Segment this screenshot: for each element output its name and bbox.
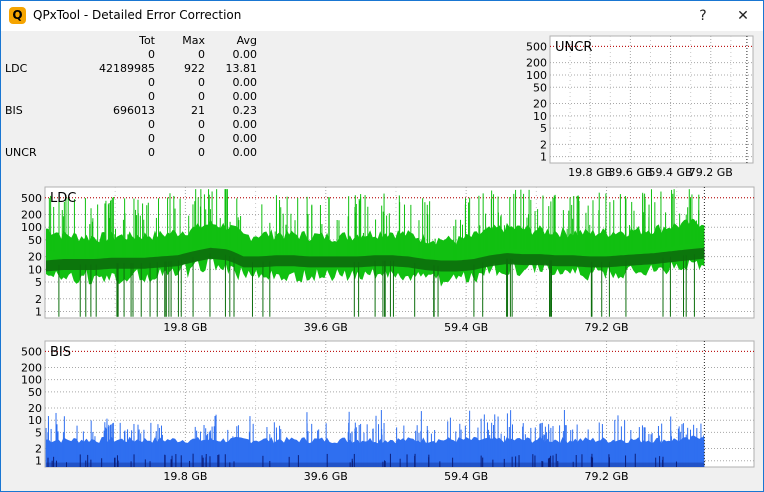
row-max: 0 [198,146,205,159]
row-tot: 0 [148,118,155,131]
row-max: 0 [198,48,205,61]
stats-row: UNCR 0 0 0.00 [3,146,261,160]
y-tick-label: 1 [540,151,547,164]
y-tick-label: 2 [35,293,42,306]
stats-header-row: Tot Max Avg [3,34,261,48]
row-avg: 0.00 [232,146,258,159]
row-tot: 42189985 [99,62,155,75]
header-avg: Avg [236,34,257,47]
x-tick-label: 59.4 GB [444,321,488,334]
chart-title: UNCR [555,40,592,55]
x-tick-label: 19.8 GB [163,470,207,483]
stats-row: 0 0 0.00 [3,48,261,62]
row-label: BIS [5,104,23,117]
y-tick-label: 2 [35,443,42,456]
y-tick-label: 500 [526,40,547,53]
x-tick-label: 39.6 GB [304,321,348,334]
row-label: LDC [5,62,28,75]
y-tick-label: 500 [21,192,42,205]
stats-row: 0 0 0.00 [3,132,261,146]
row-max: 0 [198,90,205,103]
row-max: 922 [184,62,205,75]
stats-row: 0 0 0.00 [3,90,261,104]
x-tick-label: 79.2 GB [584,321,628,334]
y-tick-label: 50 [28,386,42,399]
ldc-chart: 500 20010050 20105 21 19.8 GB 39.6 GB 59.4 GB 7… [3,184,759,337]
window-title: QPxTool - Detailed Error Correction [33,8,242,22]
y-tick-label: 20 [28,251,42,264]
y-tick-label: 500 [21,345,42,358]
close-button[interactable]: ✕ [729,5,757,27]
y-tick-label: 50 [28,234,42,247]
stats-row: BIS 696013 21 0.23 [3,104,261,118]
row-avg: 0.00 [232,48,258,61]
y-tick-label: 1 [35,455,42,468]
y-tick-label: 5 [35,276,42,289]
x-tick-label: 79.2 GB [689,166,733,179]
chart-title: BIS [50,345,71,360]
y-tick-label: 100 [21,221,42,234]
header-tot: Tot [139,34,155,47]
y-tick-label: 1 [35,305,42,318]
stats-row: LDC 42189985 922 13.81 [3,62,261,76]
row-avg: 0.00 [232,76,258,89]
y-tick-label: 5 [35,426,42,439]
y-tick-label: 200 [21,361,42,374]
row-max: 0 [198,118,205,131]
y-tick-label: 2 [540,138,547,151]
row-tot: 0 [148,146,155,159]
row-max: 0 [198,76,205,89]
x-tick-label: 59.4 GB [649,166,693,179]
row-avg: 0.00 [232,90,258,103]
y-tick-label: 200 [526,57,547,70]
x-tick-label: 39.6 GB [304,470,348,483]
row-tot: 0 [148,132,155,145]
chart-title: LDC [50,191,76,206]
stats-row: 0 0 0.00 [3,118,261,132]
y-tick-label: 20 [28,402,42,415]
row-tot: 0 [148,90,155,103]
y-tick-label: 10 [28,263,42,276]
row-tot: 0 [148,76,155,89]
x-tick-label: 79.2 GB [584,470,628,483]
row-label: UNCR [5,146,37,159]
y-tick-label: 10 [28,414,42,427]
y-tick-label: 20 [533,98,547,111]
statistics-table: Tot Max Avg 0 0 0.00 LDC 42189985 922 13.81 0… [3,34,261,160]
row-avg: 0.00 [232,118,258,131]
y-tick-label: 100 [526,69,547,82]
x-tick-label: 59.4 GB [444,470,488,483]
y-tick-label: 100 [21,374,42,387]
bis-base-band [46,462,705,467]
row-tot: 696013 [113,104,155,117]
header-max: Max [182,34,205,47]
app-logo-icon: Q [9,7,26,24]
y-tick-label: 5 [540,122,547,135]
row-avg: 13.81 [225,62,258,75]
row-max: 0 [198,132,205,145]
row-avg: 0.23 [232,104,258,117]
x-tick-label: 19.8 GB [163,321,207,334]
y-tick-label: 50 [533,81,547,94]
bis-chart: 500 20010050 20105 21 19.8 GB 39.6 GB 59.4 GB 7… [3,338,759,488]
y-tick-label: 200 [21,209,42,222]
row-max: 21 [191,104,205,117]
row-avg: 0.00 [232,132,258,145]
stats-row: 0 0 0.00 [3,76,261,90]
qpxtool-window: Q QPxTool - Detailed Error Correction ? … [0,0,764,492]
row-tot: 0 [148,48,155,61]
x-tick-label: 39.6 GB [608,166,652,179]
x-tick-label: 19.8 GB [568,166,612,179]
uncr-chart: 500 20010050 20105 21 19.8 GB39.6 GB59.4 GB7… [526,33,758,183]
help-button[interactable]: ? [689,5,717,27]
y-tick-label: 10 [533,110,547,123]
title-bar: Q QPxTool - Detailed Error Correction ? … [1,1,763,31]
